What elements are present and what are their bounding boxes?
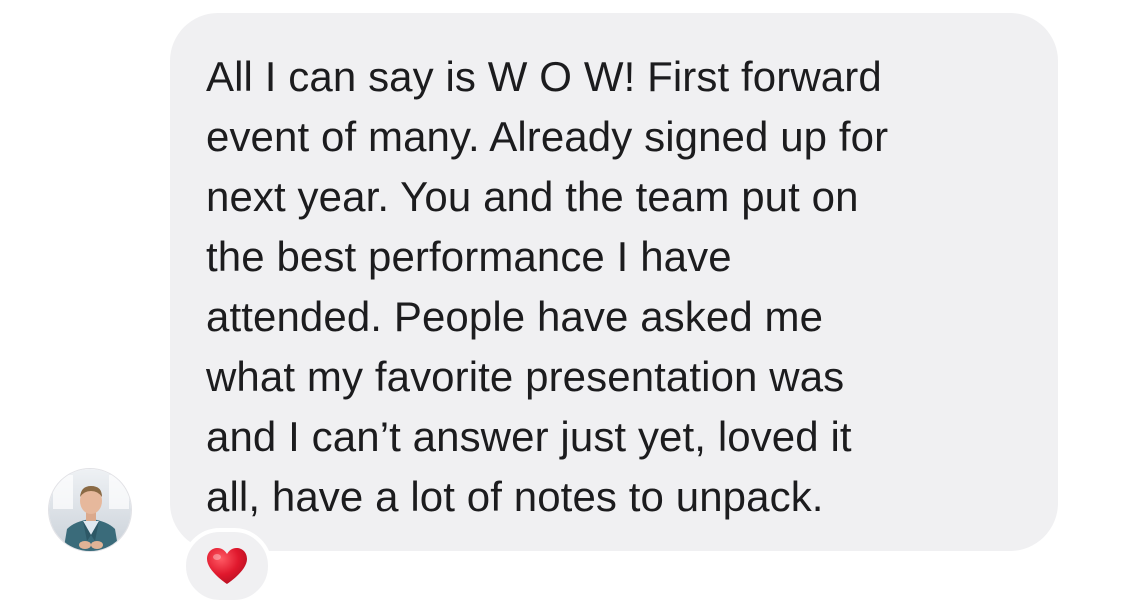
message-bubble[interactable]: All I can say is W O W! First forward ev… — [170, 13, 1058, 551]
message-text: All I can say is W O W! First forward ev… — [206, 53, 889, 520]
red-heart-icon — [207, 548, 247, 584]
reaction-badge[interactable] — [182, 528, 272, 604]
person-photo-icon — [49, 469, 131, 551]
message-thread: All I can say is W O W! First forward ev… — [0, 0, 1129, 616]
sender-avatar[interactable] — [48, 468, 132, 552]
